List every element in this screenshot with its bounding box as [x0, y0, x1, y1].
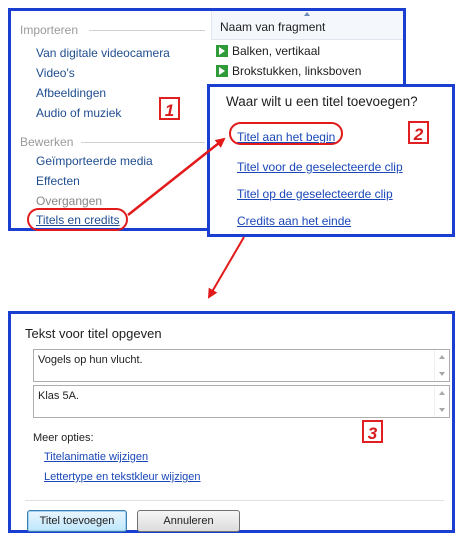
task-effects[interactable]: Effecten [36, 174, 80, 188]
task-imported-media[interactable]: Geïmporteerde media [36, 154, 153, 168]
task-import-videos[interactable]: Video's [36, 66, 75, 80]
section-import-heading: Importeren [20, 23, 79, 37]
title-location-panel: Waar wilt u een titel toevoegen? Titel a… [207, 84, 455, 237]
title-text-line1-input[interactable]: Vogels op hun vlucht. [33, 349, 450, 382]
title-on-clip-link[interactable]: Titel op de geselecteerde clip [237, 187, 393, 201]
change-font-and-color-link[interactable]: Lettertype en tekstkleur wijzigen [44, 471, 201, 483]
highlight-oval-titles [27, 208, 128, 231]
scrollbar[interactable] [434, 350, 449, 381]
task-transitions[interactable]: Overgangen [36, 194, 102, 208]
add-title-button[interactable]: Titel toevoegen [27, 510, 127, 532]
highlight-oval-title-begin [229, 122, 343, 145]
clip-list-item[interactable]: Brokstukken, linksboven [216, 64, 361, 78]
task-import-pictures[interactable]: Afbeeldingen [36, 86, 106, 100]
more-options-label: Meer opties: [33, 432, 94, 444]
title-text-line2-input[interactable]: Klas 5A. [33, 385, 450, 418]
credits-at-end-link[interactable]: Credits aan het einde [237, 214, 351, 228]
dialog-divider [25, 500, 444, 501]
title-location-heading: Waar wilt u een titel toevoegen? [226, 94, 418, 109]
scroll-up-icon[interactable] [439, 355, 445, 359]
clip-list-item[interactable]: Balken, vertikaal [216, 44, 320, 58]
column-header-clip-name[interactable]: Naam van fragment [211, 11, 403, 40]
section-edit-heading: Bewerken [20, 135, 74, 149]
section-divider [89, 30, 205, 31]
arrow-to-dialog [207, 236, 245, 299]
cancel-button[interactable]: Annuleren [137, 510, 240, 532]
clip-label: Balken, vertikaal [232, 44, 321, 58]
clip-play-icon [216, 45, 228, 57]
title-before-clip-link[interactable]: Titel voor de geselecteerde clip [237, 160, 403, 174]
title-text-line2-value: Klas 5A. [38, 390, 79, 402]
scroll-down-icon[interactable] [439, 372, 445, 376]
column-header-label: Naam van fragment [220, 20, 326, 34]
annotation-badge-1: 1 [159, 97, 180, 120]
title-text-line1-value: Vogels op hun vlucht. [38, 354, 143, 366]
annotation-badge-2: 2 [408, 121, 429, 144]
clip-label: Brokstukken, linksboven [232, 64, 362, 78]
scroll-down-icon[interactable] [439, 408, 445, 412]
dialog-title: Tekst voor titel opgeven [25, 326, 162, 341]
clip-play-icon [216, 65, 228, 77]
scroll-up-icon[interactable] [439, 391, 445, 395]
task-import-audio[interactable]: Audio of muziek [36, 106, 121, 120]
title-text-dialog: Tekst voor titel opgeven Vogels op hun v… [8, 311, 455, 533]
change-title-animation-link[interactable]: Titelanimatie wijzigen [44, 451, 148, 463]
task-import-from-camera[interactable]: Van digitale videocamera [36, 46, 170, 60]
scrollbar[interactable] [434, 386, 449, 417]
section-divider [81, 142, 205, 143]
annotation-badge-3: 3 [362, 420, 383, 443]
sort-ascending-icon [304, 12, 310, 16]
